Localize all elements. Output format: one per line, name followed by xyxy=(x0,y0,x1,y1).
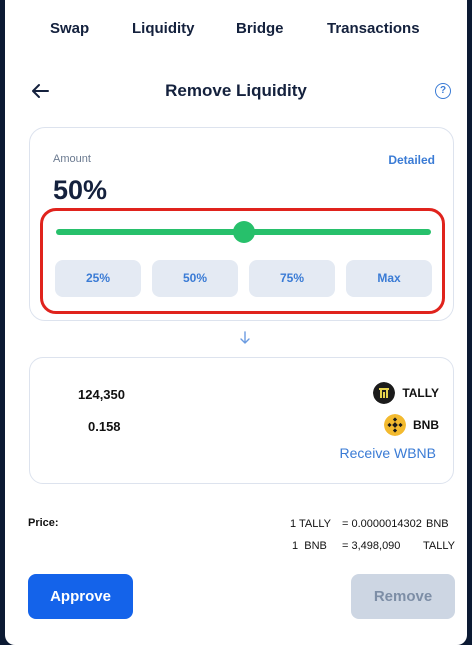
arrow-down-icon xyxy=(240,331,250,344)
price-tally-in-bnb: = 0.0000014302 xyxy=(342,518,422,530)
amount-panel: Amount Detailed 50% 25% 50% 75% Max xyxy=(29,127,454,321)
tally-amount: 124,350 xyxy=(78,387,125,402)
price-tally-unit: 1 TALLY xyxy=(290,518,331,530)
price-label: Price: xyxy=(28,517,59,529)
pct-75-button[interactable]: 75% xyxy=(249,260,335,297)
tally-symbol: TALLY xyxy=(402,386,439,400)
approve-button[interactable]: Approve xyxy=(28,574,133,619)
max-button[interactable]: Max xyxy=(346,260,432,297)
price-bnb-unit: 1 BNB xyxy=(292,540,327,552)
receive-panel: 124,350 0.158 TALLY BNB Receive WBNB xyxy=(29,357,454,484)
tab-liquidity[interactable]: Liquidity xyxy=(132,20,195,37)
bnb-icon xyxy=(384,414,406,436)
detailed-link[interactable]: Detailed xyxy=(388,153,435,167)
pct-25-button[interactable]: 25% xyxy=(55,260,141,297)
pct-50-button[interactable]: 50% xyxy=(152,260,238,297)
token-row-bnb: BNB xyxy=(384,413,439,437)
tab-bridge[interactable]: Bridge xyxy=(236,20,284,37)
page-title: Remove Liquidity xyxy=(165,81,307,100)
top-tabs: Swap Liquidity Bridge Transactions xyxy=(5,0,467,60)
receive-wbnb-link[interactable]: Receive WBNB xyxy=(340,445,436,461)
amount-label: Amount xyxy=(53,153,91,165)
tally-icon xyxy=(373,382,396,404)
bnb-amount: 0.158 xyxy=(88,419,121,434)
price-tally-quote: BNB xyxy=(426,518,449,530)
remove-liquidity-card: Swap Liquidity Bridge Transactions Remov… xyxy=(5,0,467,645)
bnb-symbol: BNB xyxy=(413,418,439,432)
help-icon[interactable]: ? xyxy=(435,83,451,99)
price-bnb-quote: TALLY xyxy=(423,540,455,552)
token-row-tally: TALLY xyxy=(373,381,439,405)
tab-transactions[interactable]: Transactions xyxy=(327,20,420,37)
price-bnb-in-tally: = 3,498,090 xyxy=(342,540,401,552)
title-row: Remove Liquidity ? xyxy=(5,78,467,106)
slider-thumb[interactable] xyxy=(233,221,255,243)
tab-swap[interactable]: Swap xyxy=(50,20,89,37)
amount-value: 50% xyxy=(53,175,108,205)
remove-button[interactable]: Remove xyxy=(351,574,455,619)
